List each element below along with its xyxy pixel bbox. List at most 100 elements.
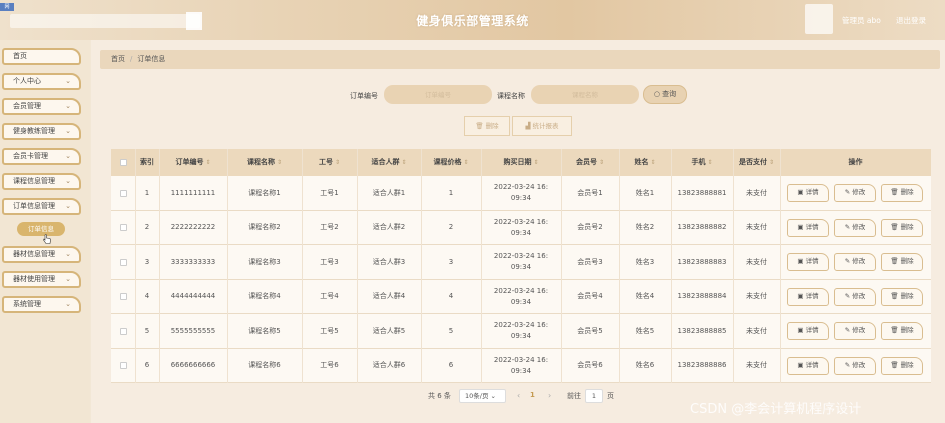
cell-member-id: 会员号2 <box>577 223 603 231</box>
purchase-date-line2: 09:34 <box>510 297 532 306</box>
header-col-order-number[interactable]: 订单编号 ⇕ <box>159 149 227 176</box>
edit-button[interactable]: ✎ 修改 <box>834 322 876 340</box>
sidebar-item-member-card[interactable]: 会员卡管理 ⌄ <box>2 148 81 165</box>
sidebar-item-label: 器材信息管理 <box>13 250 55 258</box>
delete-icon: 🗑 <box>890 222 899 231</box>
header-col-crowd[interactable]: 适合人群 ⇕ <box>357 149 421 176</box>
header-col-member-id[interactable]: 会员号 ⇕ <box>561 149 619 176</box>
header-col-paid[interactable]: 是否支付 ⇕ <box>733 149 780 176</box>
logo-icon: 网 <box>0 3 14 11</box>
sidebar-item-label: 订单信息管理 <box>13 202 55 210</box>
cell-name: 姓名2 <box>635 223 655 231</box>
sort-icon[interactable]: ⇕ <box>277 159 282 166</box>
edit-button[interactable]: ✎ 修改 <box>834 253 876 271</box>
cell-select <box>111 211 135 245</box>
delete-button[interactable]: 🗑 删除 <box>881 356 923 375</box>
delete-button[interactable]: 🗑 删除 <box>881 184 923 202</box>
chevron-down-icon: ⌄ <box>65 202 71 210</box>
sidebar-subitem-order-info[interactable]: 订单信息 <box>17 222 65 236</box>
sort-icon[interactable]: ⇕ <box>769 159 774 166</box>
page-size-select[interactable]: 10条/页 ⌄ <box>459 389 506 403</box>
header-col-purchase-date[interactable]: 购买日期 ⇕ <box>481 149 561 176</box>
sort-icon[interactable]: ⇕ <box>599 159 604 166</box>
sort-icon[interactable]: ⇕ <box>335 159 340 166</box>
column-divider <box>481 149 482 383</box>
sidebar-item-course-info[interactable]: 课程信息管理 ⌄ <box>2 173 81 190</box>
next-page-button[interactable]: › <box>548 391 551 400</box>
detail-label: 详情 <box>805 291 819 300</box>
course-name-input[interactable] <box>531 85 639 104</box>
row-checkbox[interactable] <box>119 362 127 369</box>
sidebar-item-equipment-info[interactable]: 器材信息管理 ⌄ <box>2 246 81 263</box>
detail-label: 详情 <box>805 222 819 231</box>
header-col-phone[interactable]: 手机 ⇕ <box>671 149 733 176</box>
detail-label: 详情 <box>805 257 819 265</box>
header-col-name[interactable]: 姓名 ⇕ <box>619 149 671 176</box>
sidebar-item-label: 会员卡管理 <box>13 152 48 160</box>
row-checkbox[interactable] <box>119 224 127 231</box>
sort-icon[interactable]: ⇕ <box>205 159 210 166</box>
detail-button[interactable]: ▣ 详情 <box>787 184 829 202</box>
header-select-all-checkbox[interactable] <box>111 149 135 176</box>
stats-report-button[interactable]: ▟ 统计报表 <box>512 116 572 136</box>
sidebar-item-coach[interactable]: 健身教练管理 ⌄ <box>2 123 81 140</box>
prev-page-button[interactable]: ‹ <box>517 391 520 400</box>
current-page-number[interactable]: 1 <box>530 391 535 399</box>
pager-total: 共 6 条 <box>428 392 451 400</box>
sidebar-item-member[interactable]: 会员管理 ⌄ <box>2 98 81 115</box>
sidebar-item-equipment-usage[interactable]: 器材使用管理 ⌄ <box>2 271 81 288</box>
delete-label: 删除 <box>900 291 914 300</box>
header-col-course-price[interactable]: 课程价格 ⇕ <box>421 149 481 176</box>
sidebar-item-system[interactable]: 系统管理 ⌄ <box>2 296 81 313</box>
query-button[interactable]: ○ 查询 <box>643 85 687 104</box>
edit-button[interactable]: ✎ 修改 <box>834 184 876 202</box>
logout-link[interactable]: 退出登录 <box>896 15 926 26</box>
cell-price: 4 <box>448 292 454 300</box>
edit-button[interactable]: ✎ 修改 <box>834 287 876 306</box>
sort-icon[interactable]: ⇕ <box>707 159 712 166</box>
row-checkbox[interactable] <box>119 189 127 197</box>
sidebar-item-home[interactable]: 首页 <box>2 48 81 65</box>
cell-price: 1 <box>448 188 454 197</box>
order-number-input[interactable] <box>384 85 492 104</box>
cell-operations: ▣ 详情 ✎ 修改 🗑 删除 <box>780 314 931 348</box>
sort-icon[interactable]: ⇕ <box>401 159 406 166</box>
sort-icon[interactable]: ⇕ <box>650 159 655 166</box>
delete-button[interactable]: 🗑 删除 <box>881 287 923 306</box>
delete-button[interactable]: 🗑 删除 <box>881 253 923 271</box>
row-checkbox[interactable] <box>119 258 127 266</box>
edit-label: 修改 <box>852 291 866 300</box>
delete-button[interactable]: 🗑 删除 <box>881 218 923 237</box>
column-divider <box>733 149 734 383</box>
cell-purchase-date: 2022-03-24 16: 09:34 <box>481 245 561 279</box>
header-col-worker-id[interactable]: 工号 ⇕ <box>302 149 357 176</box>
cell-course-name: 课程名称5 <box>248 326 281 335</box>
batch-delete-button[interactable]: 🗑 删除 <box>464 116 510 136</box>
edit-button[interactable]: ✎ 修改 <box>834 356 876 375</box>
edit-button[interactable]: ✎ 修改 <box>834 218 876 237</box>
row-checkbox[interactable] <box>119 327 127 335</box>
select-all-checkbox[interactable] <box>119 159 127 166</box>
sidebar-item-personal-center[interactable]: 个人中心 ⌄ <box>2 73 81 90</box>
row-checkbox[interactable] <box>119 293 127 300</box>
header-label: 操作 <box>848 158 863 166</box>
goto-page-input[interactable]: 1 <box>585 389 603 403</box>
delete-button[interactable]: 🗑 删除 <box>881 322 923 340</box>
detail-button[interactable]: ▣ 详情 <box>787 356 829 375</box>
header-col-course-name[interactable]: 课程名称 ⇕ <box>227 149 302 176</box>
detail-button[interactable]: ▣ 详情 <box>787 218 829 237</box>
purchase-date-line2: 09:34 <box>510 366 532 375</box>
column-divider <box>780 149 781 383</box>
cell-member-id: 会员号6 <box>577 361 603 369</box>
cell-paid: 未支付 <box>746 361 767 369</box>
table-row: 2 2222222222 课程名称2 工号2 适合人群2 2 2022-03-24 16: 0… <box>111 210 931 245</box>
sort-icon[interactable]: ⇕ <box>533 159 538 166</box>
sort-icon[interactable]: ⇕ <box>463 159 468 166</box>
detail-button[interactable]: ▣ 详情 <box>787 322 829 340</box>
cell-name: 姓名6 <box>635 361 655 369</box>
detail-button[interactable]: ▣ 详情 <box>787 253 829 271</box>
detail-button[interactable]: ▣ 详情 <box>787 287 829 306</box>
breadcrumb-home[interactable]: 首页 <box>111 55 125 63</box>
sidebar-item-order-info[interactable]: 订单信息管理 ⌄ <box>2 198 81 215</box>
breadcrumb-current: 订单信息 <box>137 55 166 63</box>
